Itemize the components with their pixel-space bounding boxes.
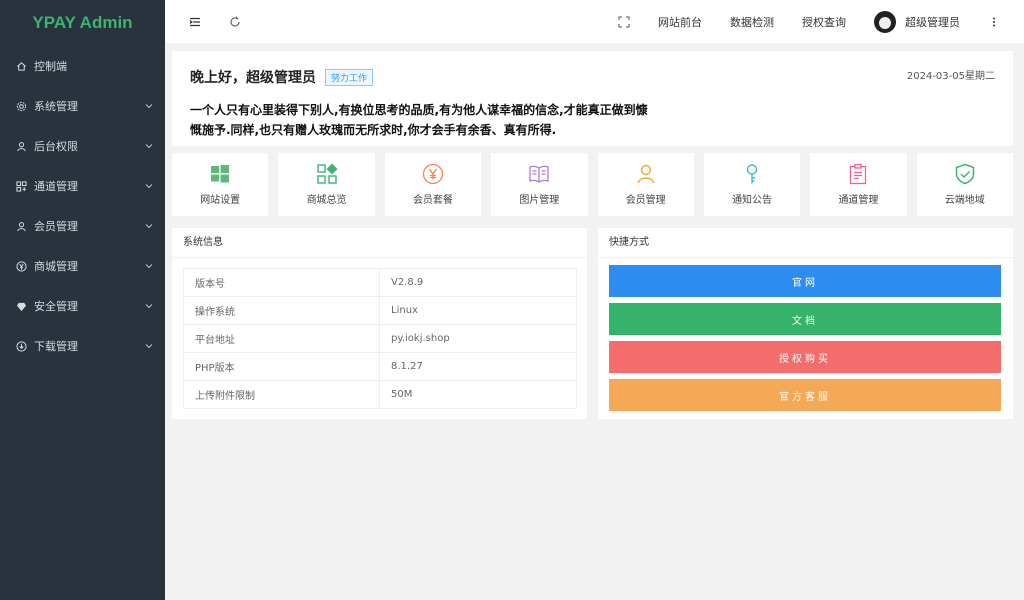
sidebar-item-security[interactable]: 安全管理 xyxy=(0,286,165,326)
panel-title: 系统信息 xyxy=(172,228,587,258)
shortcut-member-packages[interactable]: 会员套餐 xyxy=(384,153,482,216)
sidebar-item-system[interactable]: 系统管理 xyxy=(0,86,165,126)
sidebar-item-label: 安全管理 xyxy=(34,300,78,313)
avatar xyxy=(874,10,896,33)
download-circle-icon xyxy=(15,340,27,352)
info-value: 8.1.27 xyxy=(379,352,577,381)
user-icon xyxy=(15,140,27,152)
sidebar: YPAY Admin 控制端 系统管理 后台权限 通道管理 会员管理 商城管理 … xyxy=(0,0,165,600)
greeting-quote: 一个人只有心里装得下别人,有换位思考的品质,有为他人谋幸福的信念,才能真正做到慷… xyxy=(190,103,648,137)
windows-icon xyxy=(211,165,230,183)
current-date: 2024-03-05星期二 xyxy=(906,71,995,82)
table-row: 版本号 V2.8.9 xyxy=(183,268,577,297)
chevron-down-icon xyxy=(145,184,153,189)
fullscreen-icon[interactable] xyxy=(618,16,630,28)
info-value: 50M xyxy=(379,380,577,409)
shortcut-channel-management[interactable]: 通道管理 xyxy=(810,153,907,216)
header-link-license-query[interactable]: 授权查询 xyxy=(802,14,846,30)
book-icon xyxy=(529,165,549,183)
sidebar-item-label: 系统管理 xyxy=(34,100,78,113)
info-value: py.iokj.shop xyxy=(379,324,577,353)
more-vertical-icon[interactable] xyxy=(988,16,1000,28)
key-icon xyxy=(746,164,758,184)
info-key: 操作系统 xyxy=(183,296,380,325)
chevron-down-icon xyxy=(145,344,153,349)
shortcut-notices[interactable]: 通知公告 xyxy=(703,153,801,216)
shortcut-site-settings[interactable]: 网站设置 xyxy=(172,153,269,216)
chevron-down-icon xyxy=(145,224,153,229)
sidebar-item-label: 控制端 xyxy=(34,60,67,73)
home-icon xyxy=(15,60,27,72)
sidebar-item-channels[interactable]: 通道管理 xyxy=(0,166,165,206)
shortcut-label: 云端地域 xyxy=(944,195,985,206)
info-key: PHP版本 xyxy=(183,352,380,381)
shortcut-label: 会员套餐 xyxy=(412,195,453,206)
info-value: Linux xyxy=(379,296,577,325)
sidebar-item-label: 会员管理 xyxy=(34,220,78,233)
yen-circle-icon xyxy=(422,163,444,185)
menu-toggle-icon[interactable] xyxy=(189,16,201,28)
clipboard-icon xyxy=(850,163,867,185)
system-info-table: 版本号 V2.8.9 操作系统 Linux 平台地址 py.iokj.shop PHP… xyxy=(183,268,577,409)
sidebar-item-dashboard[interactable]: 控制端 xyxy=(0,46,165,86)
shield-check-icon xyxy=(955,163,975,185)
panel-title: 快捷方式 xyxy=(598,228,1013,258)
chevron-down-icon xyxy=(145,144,153,149)
chevron-down-icon xyxy=(145,104,153,109)
sidebar-item-members[interactable]: 会员管理 xyxy=(0,206,165,246)
sidebar-item-label: 下载管理 xyxy=(34,340,78,353)
shortcut-grid: 网站设置 商城总览 会员套餐 图片管理 会员管理 通知公告 通道管理 云端地域 xyxy=(172,153,1013,216)
sidebar-menu: 控制端 系统管理 后台权限 通道管理 会员管理 商城管理 安全管理 下载管理 xyxy=(0,46,165,366)
shortcut-label: 通知公告 xyxy=(732,195,773,206)
shortcut-cloud-region[interactable]: 云端地域 xyxy=(916,153,1013,216)
shortcut-label: 网站设置 xyxy=(200,195,241,206)
official-site-button[interactable]: 官网 xyxy=(609,265,1001,297)
table-row: PHP版本 8.1.27 xyxy=(183,352,577,381)
sidebar-item-shop[interactable]: 商城管理 xyxy=(0,246,165,286)
user-menu[interactable]: 超级管理员 xyxy=(874,10,960,33)
greeting-title: 晚上好，超级管理员 xyxy=(190,70,316,86)
greeting-card: 晚上好，超级管理员 努力工作 2024-03-05星期二 一个人只有心里装得下别… xyxy=(172,51,1013,146)
table-row: 操作系统 Linux xyxy=(183,296,577,325)
chevron-down-icon xyxy=(145,264,153,269)
docs-button[interactable]: 文档 xyxy=(609,303,1001,335)
system-info-panel: 系统信息 版本号 V2.8.9 操作系统 Linux 平台地址 py.iokj.sho… xyxy=(172,228,587,419)
shortcut-label: 会员管理 xyxy=(625,195,666,206)
header-link-data-check[interactable]: 数据检测 xyxy=(730,14,774,30)
quick-links-panel: 快捷方式 官网 文档 授权购买 官方客服 xyxy=(598,228,1013,419)
info-key: 上传附件限制 xyxy=(183,380,380,409)
brand-logo[interactable]: YPAY Admin xyxy=(0,0,165,46)
user-name: 超级管理员 xyxy=(905,15,960,29)
grid-icon xyxy=(15,180,27,192)
sidebar-item-label: 通道管理 xyxy=(34,180,78,193)
status-badge: 努力工作 xyxy=(325,68,374,86)
gear-icon xyxy=(15,100,27,112)
sidebar-item-label: 商城管理 xyxy=(34,260,78,273)
table-row: 上传附件限制 50M xyxy=(183,380,577,409)
apps-icon xyxy=(316,163,338,184)
user-icon xyxy=(637,164,654,184)
shortcut-label: 商城总览 xyxy=(306,195,347,206)
shortcut-member-management[interactable]: 会员管理 xyxy=(597,153,694,216)
shortcut-label: 通道管理 xyxy=(838,195,879,206)
info-value: V2.8.9 xyxy=(379,268,577,297)
header-link-frontend[interactable]: 网站前台 xyxy=(658,14,702,30)
shortcut-image-management[interactable]: 图片管理 xyxy=(491,153,588,216)
top-header: 网站前台 数据检测 授权查询 超级管理员 xyxy=(165,0,1024,43)
info-key: 平台地址 xyxy=(183,324,380,353)
yen-circle-icon xyxy=(15,260,27,272)
diamond-icon xyxy=(15,300,27,312)
refresh-icon[interactable] xyxy=(229,16,241,28)
buy-license-button[interactable]: 授权购买 xyxy=(609,341,1001,373)
sidebar-item-admin-permissions[interactable]: 后台权限 xyxy=(0,126,165,166)
info-key: 版本号 xyxy=(183,268,380,297)
official-support-button[interactable]: 官方客服 xyxy=(609,379,1001,411)
table-row: 平台地址 py.iokj.shop xyxy=(183,324,577,353)
user-icon xyxy=(15,220,27,232)
shortcut-shop-overview[interactable]: 商城总览 xyxy=(278,153,375,216)
sidebar-item-label: 后台权限 xyxy=(34,140,78,153)
sidebar-item-downloads[interactable]: 下载管理 xyxy=(0,326,165,366)
chevron-down-icon xyxy=(145,304,153,309)
shortcut-label: 图片管理 xyxy=(519,195,560,206)
